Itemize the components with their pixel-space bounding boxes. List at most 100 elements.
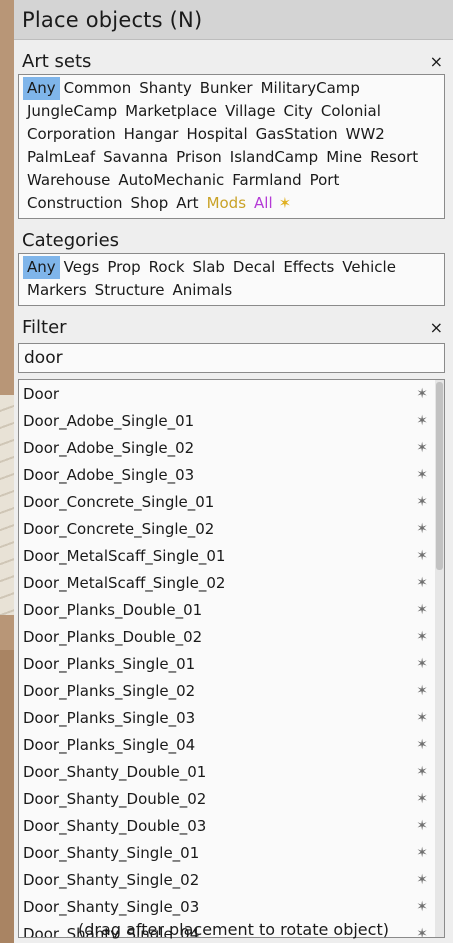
filter-input[interactable]: door: [18, 343, 445, 373]
art-set-shop[interactable]: Shop: [127, 192, 173, 215]
favorite-star-icon[interactable]: ✶: [416, 899, 428, 915]
art-set-islandcamp[interactable]: IslandCamp: [226, 146, 322, 169]
favorite-star-icon[interactable]: ✶: [416, 602, 428, 618]
category-decal[interactable]: Decal: [229, 256, 279, 279]
art-sets-clear-icon[interactable]: ×: [430, 52, 445, 71]
list-item[interactable]: Door_Planks_Single_03 ✶: [19, 704, 444, 731]
favorite-star-icon[interactable]: ✶: [416, 845, 428, 861]
art-set-prison[interactable]: Prison: [172, 146, 226, 169]
list-item[interactable]: Door_Planks_Double_01 ✶: [19, 596, 444, 623]
favorite-star-icon[interactable]: ✶: [416, 548, 428, 564]
object-name: Door_Planks_Double_01: [23, 600, 203, 619]
list-item[interactable]: Door_Shanty_Single_03 ✶: [19, 893, 444, 920]
object-name: Door_MetalScaff_Single_01: [23, 546, 226, 565]
category-animals[interactable]: Animals: [168, 279, 236, 302]
favorite-star-icon[interactable]: ✶: [416, 386, 428, 402]
list-item[interactable]: Door_Adobe_Single_02 ✶: [19, 434, 444, 461]
art-set-resort[interactable]: Resort: [366, 146, 422, 169]
art-set-shanty[interactable]: Shanty: [135, 77, 196, 100]
list-item[interactable]: Door ✶: [19, 380, 444, 407]
list-item[interactable]: Door_Shanty_Double_01 ✶: [19, 758, 444, 785]
art-set-art[interactable]: Art: [172, 192, 202, 215]
list-item[interactable]: Door_Planks_Single_02 ✶: [19, 677, 444, 704]
favorite-star-icon[interactable]: ✶: [416, 737, 428, 753]
art-set-corporation[interactable]: Corporation: [23, 123, 120, 146]
art-set-all[interactable]: All: [250, 192, 277, 215]
object-name: Door_Shanty_Single_01: [23, 843, 200, 862]
art-set-mods[interactable]: Mods: [203, 192, 250, 215]
object-name: Door_Shanty_Double_02: [23, 789, 207, 808]
list-item[interactable]: Door_Shanty_Double_02 ✶: [19, 785, 444, 812]
favorite-star-icon[interactable]: ✶: [416, 440, 428, 456]
art-set-city[interactable]: City: [279, 100, 316, 123]
favorite-star-icon[interactable]: ✶: [416, 575, 428, 591]
favorite-star-icon[interactable]: ✶: [416, 683, 428, 699]
category-markers[interactable]: Markers: [23, 279, 91, 302]
category-vehicle[interactable]: Vehicle: [338, 256, 400, 279]
list-item[interactable]: Door_Planks_Single_04 ✶: [19, 731, 444, 758]
object-name: Door_MetalScaff_Single_02: [23, 573, 226, 592]
list-item[interactable]: Door_Adobe_Single_01 ✶: [19, 407, 444, 434]
list-item[interactable]: Door_Shanty_Single_02 ✶: [19, 866, 444, 893]
favorite-star-icon[interactable]: ✶: [416, 872, 428, 888]
favorite-star-icon[interactable]: ✶: [416, 710, 428, 726]
art-set-construction[interactable]: Construction: [23, 192, 127, 215]
list-item[interactable]: Door_Shanty_Single_01 ✶: [19, 839, 444, 866]
art-set-port[interactable]: Port: [306, 169, 344, 192]
art-set-automechanic[interactable]: AutoMechanic: [114, 169, 228, 192]
object-name: Door_Planks_Single_03: [23, 708, 196, 727]
scrollbar-thumb[interactable]: [436, 382, 443, 570]
favorite-star-icon[interactable]: ✶: [416, 413, 428, 429]
art-set-junglecamp[interactable]: JungleCamp: [23, 100, 121, 123]
category-rock[interactable]: Rock: [145, 256, 189, 279]
art-set-bunker[interactable]: Bunker: [196, 77, 257, 100]
object-name: Door_Planks_Double_02: [23, 627, 203, 646]
list-scrollbar[interactable]: [435, 380, 444, 937]
filter-clear-icon[interactable]: ×: [430, 318, 445, 337]
category-prop[interactable]: Prop: [103, 256, 144, 279]
art-set-marketplace[interactable]: Marketplace: [121, 100, 221, 123]
list-item[interactable]: Door_Planks_Single_01 ✶: [19, 650, 444, 677]
category-effects[interactable]: Effects: [279, 256, 338, 279]
art-set-ww2[interactable]: WW2: [342, 123, 389, 146]
category-any[interactable]: Any: [23, 256, 60, 279]
favorite-star-icon[interactable]: ✶: [416, 467, 428, 483]
favorite-star-icon[interactable]: ✶: [416, 791, 428, 807]
art-set-common[interactable]: Common: [60, 77, 136, 100]
list-item[interactable]: Door_MetalScaff_Single_01 ✶: [19, 542, 444, 569]
art-set-warehouse[interactable]: Warehouse: [23, 169, 114, 192]
art-set-any[interactable]: Any: [23, 77, 60, 100]
favorite-star-icon[interactable]: ✶: [416, 494, 428, 510]
favorite-star-icon[interactable]: ✶: [416, 521, 428, 537]
list-item[interactable]: Door_Adobe_Single_03 ✶: [19, 461, 444, 488]
art-set-hospital[interactable]: Hospital: [182, 123, 251, 146]
favorites-star-icon[interactable]: ✶: [277, 192, 292, 215]
list-item[interactable]: Door_MetalScaff_Single_02 ✶: [19, 569, 444, 596]
art-set-village[interactable]: Village: [221, 100, 279, 123]
art-set-militarycamp[interactable]: MilitaryCamp: [257, 77, 364, 100]
category-slab[interactable]: Slab: [189, 256, 229, 279]
art-set-mine[interactable]: Mine: [322, 146, 366, 169]
list-item[interactable]: Door_Concrete_Single_02 ✶: [19, 515, 444, 542]
list-item[interactable]: Door_Concrete_Single_01 ✶: [19, 488, 444, 515]
object-name: Door_Planks_Single_02: [23, 681, 196, 700]
art-set-gasstation[interactable]: GasStation: [252, 123, 342, 146]
favorite-star-icon[interactable]: ✶: [416, 629, 428, 645]
list-item[interactable]: Door_Planks_Double_02 ✶: [19, 623, 444, 650]
favorite-star-icon[interactable]: ✶: [416, 764, 428, 780]
art-set-farmland[interactable]: Farmland: [228, 169, 305, 192]
list-item[interactable]: Door_Shanty_Double_03 ✶: [19, 812, 444, 839]
favorite-star-icon[interactable]: ✶: [416, 818, 428, 834]
object-name: Door: [23, 384, 60, 403]
category-vegs[interactable]: Vegs: [60, 256, 104, 279]
art-set-colonial[interactable]: Colonial: [317, 100, 385, 123]
category-structure[interactable]: Structure: [91, 279, 169, 302]
object-name: Door_Adobe_Single_03: [23, 465, 195, 484]
art-set-savanna[interactable]: Savanna: [99, 146, 172, 169]
art-set-hangar[interactable]: Hangar: [120, 123, 183, 146]
categories-heading: Categories: [22, 229, 120, 251]
object-list[interactable]: Door ✶ Door_Adobe_Single_01 ✶ Door_Adobe_Sin…: [18, 379, 445, 938]
art-sets-box: Any Common Shanty Bunker MilitaryCamp JungleC…: [18, 74, 445, 219]
art-set-palmleaf[interactable]: PalmLeaf: [23, 146, 99, 169]
favorite-star-icon[interactable]: ✶: [416, 656, 428, 672]
